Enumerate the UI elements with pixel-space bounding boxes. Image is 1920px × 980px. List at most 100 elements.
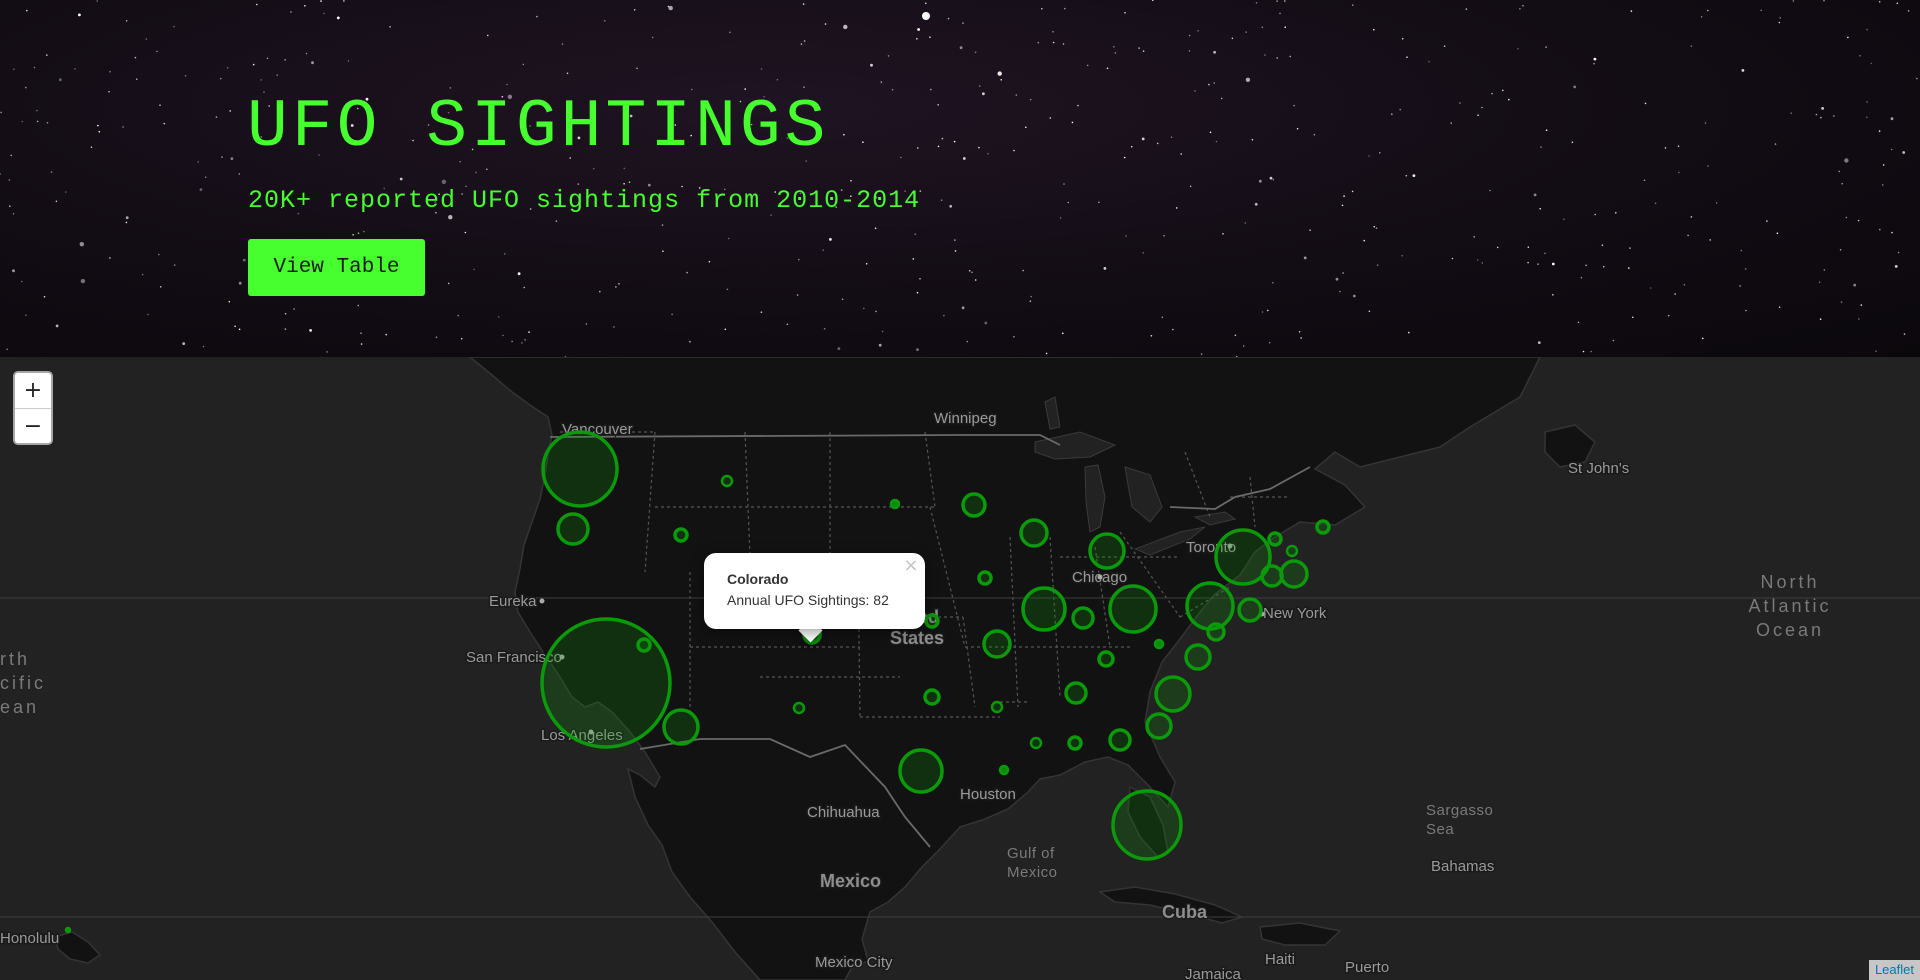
star [880, 81, 883, 83]
star [1245, 77, 1251, 83]
star [1866, 28, 1868, 31]
star [1593, 57, 1597, 61]
star [1741, 69, 1745, 72]
star [953, 140, 956, 143]
state-sighting-marker[interactable] [1185, 581, 1235, 631]
water-label: Atlantic [1748, 596, 1831, 616]
star [1052, 31, 1054, 33]
state-sighting-marker[interactable] [1071, 606, 1095, 630]
state-sighting-marker[interactable] [1267, 531, 1283, 547]
popup-sightings-text: Annual UFO Sightings: 82 [727, 592, 889, 608]
state-sighting-marker[interactable] [1154, 675, 1192, 713]
zoom-in-button[interactable]: + [15, 373, 51, 408]
star [937, 145, 940, 148]
star [1368, 310, 1371, 313]
star [1373, 28, 1375, 31]
star [347, 60, 350, 62]
star [661, 224, 664, 226]
state-sighting-marker[interactable] [662, 708, 700, 746]
state-sighting-marker[interactable] [1097, 650, 1115, 668]
state-sighting-marker[interactable] [636, 637, 652, 653]
state-sighting-marker[interactable] [1088, 532, 1126, 570]
star [1517, 48, 1519, 50]
state-sighting-marker[interactable] [1021, 586, 1067, 632]
star [1450, 122, 1452, 124]
star [1690, 45, 1693, 47]
state-sighting-marker[interactable] [889, 498, 901, 510]
star [1821, 107, 1824, 110]
star [1188, 34, 1191, 37]
star [1875, 350, 1877, 353]
sightings-map[interactable]: VancouverWinnipegSt John'sTorontoChicago… [0, 357, 1920, 980]
star [326, 351, 328, 353]
state-sighting-marker[interactable] [64, 926, 72, 934]
star [1163, 234, 1165, 237]
star [221, 156, 223, 158]
star [1376, 264, 1379, 266]
state-sighting-marker[interactable] [1108, 584, 1158, 634]
state-sighting-marker[interactable] [1067, 735, 1083, 751]
state-sighting-marker[interactable] [541, 430, 619, 508]
state-sighting-marker[interactable] [1029, 736, 1043, 750]
star [940, 199, 943, 201]
state-sighting-marker[interactable] [1108, 728, 1132, 752]
star [13, 68, 15, 70]
map-tiles[interactable]: VancouverWinnipegSt John'sTorontoChicago… [0, 357, 1920, 980]
star [1428, 60, 1430, 63]
star [197, 161, 199, 163]
state-sighting-marker[interactable] [990, 700, 1004, 714]
state-sighting-marker[interactable] [1285, 544, 1299, 558]
state-sighting-marker[interactable] [540, 617, 672, 749]
state-sighting-marker[interactable] [998, 764, 1010, 776]
star [320, 0, 322, 2]
state-sighting-marker[interactable] [924, 613, 940, 629]
state-sighting-marker[interactable] [923, 688, 941, 706]
state-sighting-marker[interactable] [961, 492, 987, 518]
star [1041, 7, 1043, 10]
star [1612, 339, 1615, 342]
state-sighting-marker[interactable] [1279, 559, 1309, 589]
star [760, 68, 763, 70]
star [511, 340, 513, 343]
state-sighting-marker[interactable] [1184, 643, 1212, 671]
state-sighting-marker[interactable] [1145, 712, 1173, 740]
star [1859, 55, 1861, 57]
star [74, 68, 76, 70]
star [891, 88, 894, 91]
star [399, 177, 403, 181]
star [46, 122, 49, 124]
star [1841, 182, 1843, 185]
map-attribution[interactable]: Leaflet [1868, 960, 1920, 980]
state-sighting-marker[interactable] [982, 629, 1012, 659]
state-sighting-marker[interactable] [1019, 518, 1049, 548]
state-sighting-marker[interactable] [556, 512, 590, 546]
star [1142, 50, 1145, 52]
state-sighting-marker[interactable] [1315, 519, 1331, 535]
star [724, 328, 727, 331]
popup-close-button[interactable]: × [901, 556, 921, 576]
star [651, 36, 654, 39]
state-sighting-marker[interactable] [1206, 622, 1226, 642]
star [1309, 229, 1311, 231]
state-sighting-marker[interactable] [673, 527, 689, 543]
state-sighting-marker[interactable] [977, 570, 993, 586]
star [204, 176, 207, 178]
state-sighting-marker[interactable] [898, 748, 944, 794]
state-sighting-marker[interactable] [720, 474, 734, 488]
water-label: ean [0, 697, 39, 717]
state-sighting-marker[interactable] [1064, 681, 1088, 705]
star [46, 54, 48, 56]
view-table-button[interactable]: View Table [248, 239, 425, 296]
popup-state-name: Colorado [727, 571, 789, 587]
state-sighting-marker[interactable] [1260, 564, 1284, 588]
state-sighting-marker[interactable] [1237, 597, 1263, 623]
star [215, 116, 218, 118]
state-sighting-marker[interactable] [792, 701, 806, 715]
star [1234, 334, 1237, 337]
star [954, 250, 957, 252]
state-sighting-marker[interactable] [1111, 789, 1183, 861]
star [1537, 263, 1539, 265]
zoom-out-button[interactable]: − [15, 408, 51, 443]
star [1820, 116, 1822, 119]
state-sighting-marker[interactable] [1153, 638, 1165, 650]
